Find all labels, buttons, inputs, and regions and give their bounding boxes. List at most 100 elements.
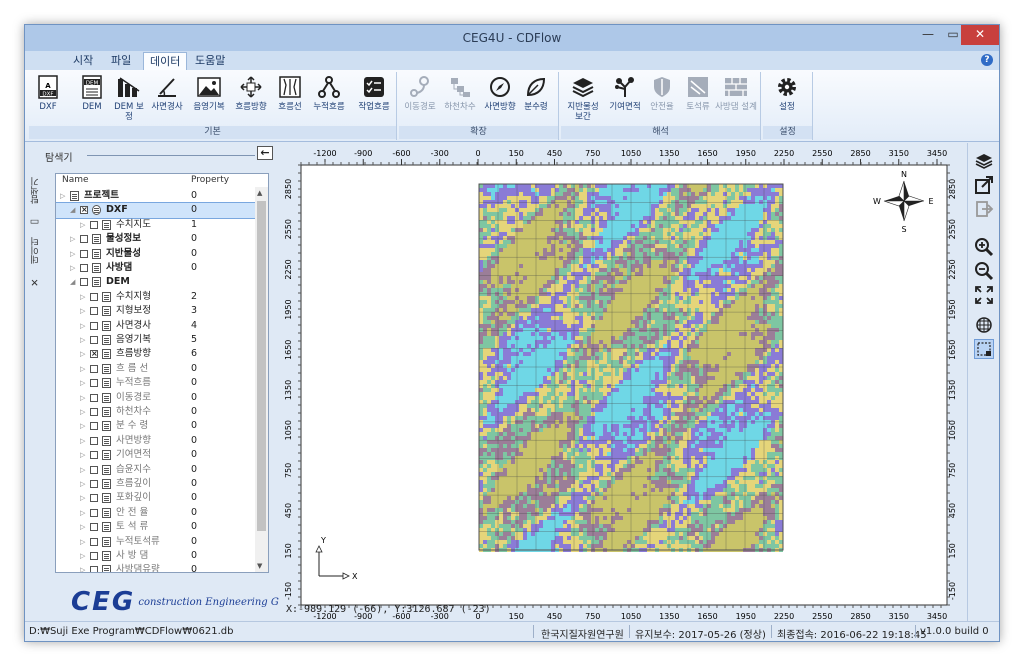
tree-row[interactable]: ▷ 흐 름 선0 bbox=[56, 362, 256, 377]
tree-row[interactable]: ▷ 안 전 율0 bbox=[56, 506, 256, 521]
tree-checkbox[interactable] bbox=[80, 249, 88, 258]
tree-row[interactable]: ▷ 프로젝트 0 bbox=[56, 189, 256, 204]
tree-checkbox[interactable]: × bbox=[90, 350, 98, 359]
tree-checkbox[interactable] bbox=[90, 321, 98, 330]
tools-icon[interactable]: ✕ bbox=[29, 275, 47, 289]
safety-factor-button[interactable]: 안전율 bbox=[645, 75, 679, 112]
side-tab-data[interactable]: 데이터 bbox=[29, 231, 47, 271]
expand-toggle-icon[interactable]: ▷ bbox=[80, 333, 85, 347]
expand-toggle-icon[interactable]: ▷ bbox=[70, 261, 75, 275]
expand-toggle-icon[interactable]: ▷ bbox=[70, 247, 75, 261]
tree-checkbox[interactable] bbox=[90, 523, 98, 532]
expand-toggle-icon[interactable]: ▷ bbox=[80, 419, 85, 433]
folder-icon[interactable]: ▭ bbox=[29, 215, 47, 229]
side-tab-explorer[interactable]: 탐색기 bbox=[29, 171, 47, 211]
close-button[interactable]: ✕ bbox=[961, 25, 999, 45]
map-viewport[interactable]: -1200 -900 -600 -300 0 150 450 750 1050 1350 1650 1… bbox=[279, 143, 967, 621]
expand-toggle-icon[interactable]: ▷ bbox=[80, 477, 85, 491]
tree-row[interactable]: ▷ 토 석 류0 bbox=[56, 520, 256, 535]
tree-checkbox[interactable] bbox=[90, 393, 98, 402]
check-dam-design-button[interactable]: 사방댐 설계 bbox=[715, 75, 757, 112]
tree-row[interactable]: ◢ × DXF 0 bbox=[56, 202, 257, 219]
tree-row[interactable]: ▷ 누적토석류 0 bbox=[56, 535, 256, 550]
expand-toggle-icon[interactable]: ▷ bbox=[80, 563, 85, 572]
expand-toggle-icon[interactable]: ◢ bbox=[70, 203, 75, 217]
settings-button[interactable]: 설정 bbox=[767, 75, 807, 112]
expand-toggle-icon[interactable]: ▷ bbox=[60, 189, 65, 203]
menu-file[interactable]: 파일 bbox=[105, 52, 137, 70]
aspect-button[interactable]: 사면방향 bbox=[481, 75, 519, 112]
flow-accumulation-button[interactable]: 누적흐름 bbox=[309, 75, 349, 112]
expand-toggle-icon[interactable]: ▷ bbox=[80, 535, 85, 549]
tree-row[interactable]: ▷ × 흐름방향 6 bbox=[56, 347, 256, 362]
expand-toggle-icon[interactable]: ▷ bbox=[80, 347, 85, 361]
menu-start[interactable]: 시작 bbox=[67, 52, 99, 70]
tree-checkbox[interactable] bbox=[90, 508, 98, 517]
dem-button[interactable]: DEM DEM bbox=[77, 75, 107, 112]
expand-toggle-icon[interactable]: ▷ bbox=[80, 319, 85, 333]
tree-row[interactable]: ▷ 사면경사 4 bbox=[56, 319, 256, 334]
slope-button[interactable]: 사면경사 bbox=[147, 75, 187, 112]
tree-row[interactable]: ◢ DEM bbox=[56, 275, 256, 290]
tree-row[interactable]: ▷ 누적흐름 0 bbox=[56, 376, 256, 391]
flow-direction-button[interactable]: 흐름방향 bbox=[231, 75, 271, 112]
tree-row[interactable]: ▷ 수치지도 1 bbox=[56, 218, 256, 233]
tree-checkbox[interactable] bbox=[90, 451, 98, 460]
expand-toggle-icon[interactable]: ▷ bbox=[80, 218, 85, 232]
expand-toggle-icon[interactable]: ▷ bbox=[80, 520, 85, 534]
tree-row[interactable]: ▷ 수치지형 2 bbox=[56, 290, 256, 305]
tree-checkbox[interactable] bbox=[90, 379, 98, 388]
watershed-button[interactable]: 분수령 bbox=[519, 75, 553, 112]
tree-scrollbar-thumb[interactable] bbox=[257, 201, 266, 531]
tree-checkbox[interactable] bbox=[90, 220, 98, 229]
tree-checkbox[interactable] bbox=[90, 537, 98, 546]
workflow-button[interactable]: 작업흐름 bbox=[355, 75, 393, 112]
tree-row[interactable]: ▷ 습윤지수 0 bbox=[56, 463, 256, 478]
tree-checkbox[interactable] bbox=[80, 235, 88, 244]
tree-checkbox[interactable]: × bbox=[80, 206, 88, 215]
debris-flow-button[interactable]: 토석류 bbox=[681, 75, 715, 112]
help-icon[interactable]: ? bbox=[981, 54, 993, 66]
tree-row[interactable]: ▷ 지반물성 0 bbox=[56, 247, 256, 262]
contributing-area-button[interactable]: 기여면적 bbox=[605, 75, 645, 112]
dem-correction-button[interactable]: DEM 보정 bbox=[113, 75, 145, 122]
tree-checkbox[interactable] bbox=[90, 480, 98, 488]
expand-toggle-icon[interactable]: ▷ bbox=[80, 448, 85, 462]
tree-checkbox[interactable] bbox=[90, 292, 98, 301]
tree-checkbox[interactable] bbox=[80, 278, 88, 287]
tree-row[interactable]: ▷ 흐름깊이 0 bbox=[56, 477, 256, 492]
tree-checkbox[interactable] bbox=[90, 336, 98, 344]
tree-row[interactable]: ▷ 물성정보 0 bbox=[56, 232, 256, 247]
expand-toggle-icon[interactable]: ▷ bbox=[70, 232, 75, 246]
tree-row[interactable]: ▷ 사면방향 0 bbox=[56, 434, 256, 449]
expand-toggle-icon[interactable]: ▷ bbox=[80, 362, 85, 376]
expand-toggle-icon[interactable]: ▷ bbox=[80, 290, 85, 304]
tree-row[interactable]: ▷ 포화깊이 0 bbox=[56, 491, 256, 506]
expand-toggle-icon[interactable]: ▷ bbox=[80, 463, 85, 477]
tree-checkbox[interactable] bbox=[90, 552, 98, 560]
tree-row[interactable]: ▷ 하천차수 0 bbox=[56, 405, 256, 420]
expand-toggle-icon[interactable]: ▷ bbox=[80, 376, 85, 390]
tree-checkbox[interactable] bbox=[80, 264, 88, 272]
expand-toggle-icon[interactable]: ◢ bbox=[70, 275, 75, 289]
stream-order-button[interactable]: 하천차수 bbox=[441, 75, 479, 112]
menu-data[interactable]: 데이터 bbox=[143, 52, 188, 70]
tree-checkbox[interactable] bbox=[90, 364, 98, 373]
tree-checkbox[interactable] bbox=[90, 494, 98, 503]
ground-property-interpolation-button[interactable]: 지반물성 보간 bbox=[563, 75, 603, 122]
tree-checkbox[interactable] bbox=[90, 422, 98, 431]
menu-help[interactable]: 도움말 bbox=[189, 52, 231, 70]
tree-checkbox[interactable] bbox=[90, 408, 98, 416]
tree-checkbox[interactable] bbox=[90, 307, 98, 316]
expand-toggle-icon[interactable]: ▷ bbox=[80, 506, 85, 520]
tree-checkbox[interactable] bbox=[90, 566, 98, 572]
tree-row[interactable]: ▷ 사 방 댐0 bbox=[56, 549, 256, 564]
dxf-button[interactable]: A DXF DXF bbox=[33, 75, 63, 112]
travel-path-button[interactable]: 이동경로 bbox=[401, 75, 439, 112]
tree-row[interactable]: ▷ 지형보정 3 bbox=[56, 304, 256, 319]
tree-row[interactable]: ▷ 이동경로 0 bbox=[56, 391, 256, 406]
minimize-button[interactable]: — bbox=[915, 25, 941, 45]
tree-row[interactable]: ▷ 사방댐 0 bbox=[56, 261, 256, 276]
tree-row[interactable]: ▷ 음영기복 5 bbox=[56, 333, 256, 348]
expand-toggle-icon[interactable]: ▷ bbox=[80, 405, 85, 419]
